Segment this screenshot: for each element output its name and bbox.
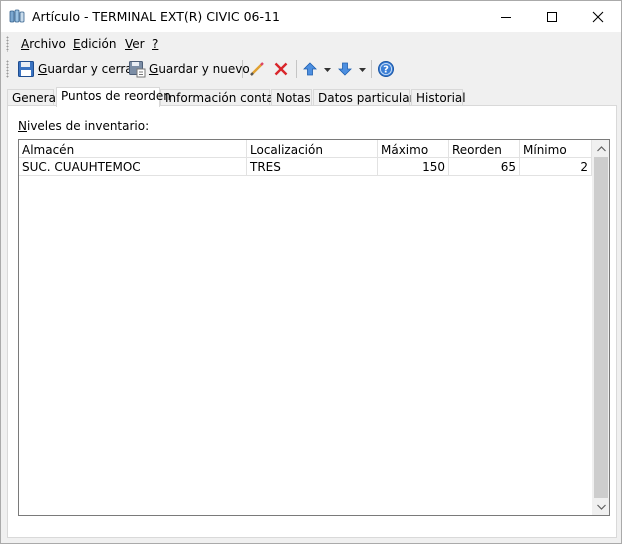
column-header-localizacion[interactable]: Localización [247,140,378,158]
cell-almacen[interactable]: SUC. CUAUHTEMOC [19,158,247,176]
delete-x-icon [272,60,290,78]
minimize-icon [501,16,511,18]
menu-ver-label: er [132,37,145,51]
inventory-levels-accel: N [18,119,27,133]
svg-text:?: ? [383,65,389,76]
tab-historial[interactable]: Historial [411,89,466,106]
menu-ver[interactable]: Ver [125,37,145,51]
menu-archivo-accel: A [21,37,30,51]
save-new-accel: G [149,62,159,76]
app-icon [9,8,25,24]
maximize-button[interactable] [529,1,575,32]
toolbar-separator [296,60,297,78]
menu-archivo[interactable]: Archivo [21,37,66,51]
chevron-down-icon [597,504,606,510]
tab-datos-particulares[interactable]: Datos particulares [313,89,428,106]
cell-minimo[interactable]: 2 [520,158,592,176]
move-down-dropdown-icon[interactable] [359,62,366,76]
column-header-reorden[interactable]: Reorden [449,140,520,158]
menu-help[interactable]: ? [152,37,158,51]
tab-notas[interactable]: Notas [271,89,312,106]
tab-strip: General Puntos de reorden Información co… [7,87,619,107]
menu-grip[interactable] [6,36,9,52]
title-bar: Artículo - TERMINAL EXT(R) CIVIC 06-11 [1,1,621,32]
move-down-button[interactable] [336,57,366,81]
toolbar-separator [371,60,372,78]
inventory-grid[interactable]: Almacén Localización Máximo Reorden Míni… [18,139,610,516]
cell-localizacion[interactable]: TRES [247,158,378,176]
menu-edicion-accel: E [73,37,81,51]
scroll-thumb[interactable] [594,157,608,498]
save-new-label: uardar y nuevo [158,62,250,76]
help-button[interactable]: ? [377,57,398,81]
close-button[interactable] [575,1,621,32]
menu-bar: Archivo Edición Ver ? [1,32,621,56]
article-window: Artículo - TERMINAL EXT(R) CIVIC 06-11 A… [0,0,622,544]
edit-button[interactable] [248,57,269,81]
chevron-up-icon [597,145,606,151]
vertical-scrollbar[interactable] [592,140,609,515]
minimize-button[interactable] [483,1,529,32]
scroll-up-arrow[interactable] [593,140,610,157]
move-up-button[interactable] [301,57,331,81]
floppy-new-icon [128,60,146,78]
tab-informacion-contable[interactable]: Información contable [160,89,292,106]
toolbar: Guardar y cerrar Guardar y nuevo ? [1,56,621,82]
menu-edicion-label: dición [80,37,117,51]
table-row[interactable]: SUC. CUAUHTEMOC TRES 150 65 2 [19,158,593,176]
save-close-label: uardar y cerrar [47,62,138,76]
help-icon: ? [377,60,395,78]
window-title: Artículo - TERMINAL EXT(R) CIVIC 06-11 [32,9,280,24]
floppy-disk-icon [17,60,35,78]
tab-puntos-de-reorden[interactable]: Puntos de reorden [56,87,171,107]
inventory-levels-text: iveles de inventario: [26,119,150,133]
save-close-accel: G [38,62,48,76]
column-header-almacen[interactable]: Almacén [19,140,247,158]
cell-maximo[interactable]: 150 [378,158,449,176]
menu-help-accel: ? [152,37,159,51]
delete-button[interactable] [272,57,293,81]
toolbar-separator [242,60,243,78]
tab-general[interactable]: General [7,89,59,106]
maximize-icon [547,11,557,22]
pencil-icon [248,60,266,78]
arrow-up-icon [301,60,319,78]
save-close-button[interactable]: Guardar y cerrar [17,57,138,81]
save-new-button[interactable]: Guardar y nuevo [128,57,250,81]
cell-reorden[interactable]: 65 [449,158,520,176]
close-icon [592,11,604,22]
toolbar-grip[interactable] [6,60,9,78]
arrow-down-icon [336,60,354,78]
tab-panel: Niveles de inventario: Almacén Localizac… [7,105,617,538]
inventory-levels-label: Niveles de inventario: [18,119,149,133]
move-up-dropdown-icon[interactable] [324,62,331,76]
grid-header: Almacén Localización Máximo Reorden Míni… [19,140,593,158]
column-header-maximo[interactable]: Máximo [378,140,449,158]
scroll-down-arrow[interactable] [593,498,610,515]
menu-edicion[interactable]: Edición [73,37,116,51]
column-header-minimo[interactable]: Mínimo [520,140,592,158]
menu-archivo-label: rchivo [29,37,66,51]
